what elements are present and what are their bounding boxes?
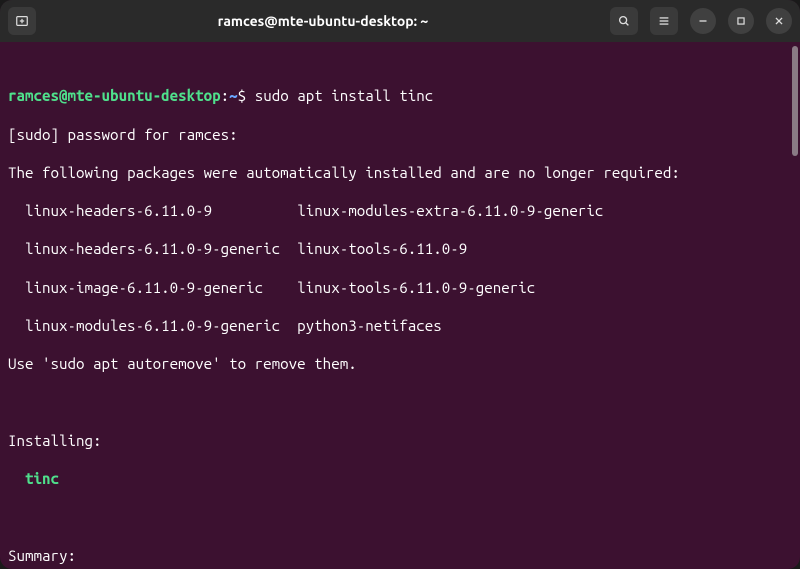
- output-line: [8, 507, 792, 526]
- output-line: linux-modules-6.11.0-9-generic python3-n…: [8, 316, 792, 335]
- prompt-line: ramces@mte-ubuntu-desktop:~$ sudo apt in…: [8, 86, 792, 105]
- minimize-icon: [696, 14, 710, 28]
- output-line: [sudo] password for ramces:: [8, 125, 792, 144]
- prompt-path: ~: [229, 87, 238, 104]
- titlebar: ramces@mte-ubuntu-desktop: ~: [0, 0, 800, 42]
- prompt-user-host: ramces@mte-ubuntu-desktop: [8, 87, 221, 104]
- installing-package: tinc: [8, 469, 792, 488]
- terminal-body[interactable]: ramces@mte-ubuntu-desktop:~$ sudo apt in…: [0, 42, 800, 569]
- menu-button[interactable]: [650, 7, 678, 35]
- terminal-window: ramces@mte-ubuntu-desktop: ~ ramces@mte-…: [0, 0, 800, 569]
- output-line: Summary:: [8, 546, 792, 565]
- maximize-button[interactable]: [728, 8, 754, 34]
- output-line: [8, 393, 792, 412]
- search-icon: [617, 14, 631, 28]
- window-title: ramces@mte-ubuntu-desktop: ~: [36, 13, 610, 29]
- output-line: The following packages were automaticall…: [8, 163, 792, 182]
- hamburger-icon: [657, 14, 671, 28]
- output-line: linux-image-6.11.0-9-generic linux-tools…: [8, 278, 792, 297]
- output-line: Installing:: [8, 431, 792, 450]
- minimize-button[interactable]: [690, 8, 716, 34]
- command-text: sudo apt install tinc: [255, 87, 434, 104]
- search-button[interactable]: [610, 7, 638, 35]
- new-tab-icon: [15, 14, 29, 28]
- scrollbar[interactable]: [792, 46, 798, 156]
- output-line: linux-headers-6.11.0-9-generic linux-too…: [8, 239, 792, 258]
- maximize-icon: [734, 14, 748, 28]
- close-icon: [772, 14, 786, 28]
- output-line: linux-headers-6.11.0-9 linux-modules-ext…: [8, 201, 792, 220]
- output-line: Use 'sudo apt autoremove' to remove them…: [8, 354, 792, 373]
- new-tab-button[interactable]: [8, 7, 36, 35]
- close-button[interactable]: [766, 8, 792, 34]
